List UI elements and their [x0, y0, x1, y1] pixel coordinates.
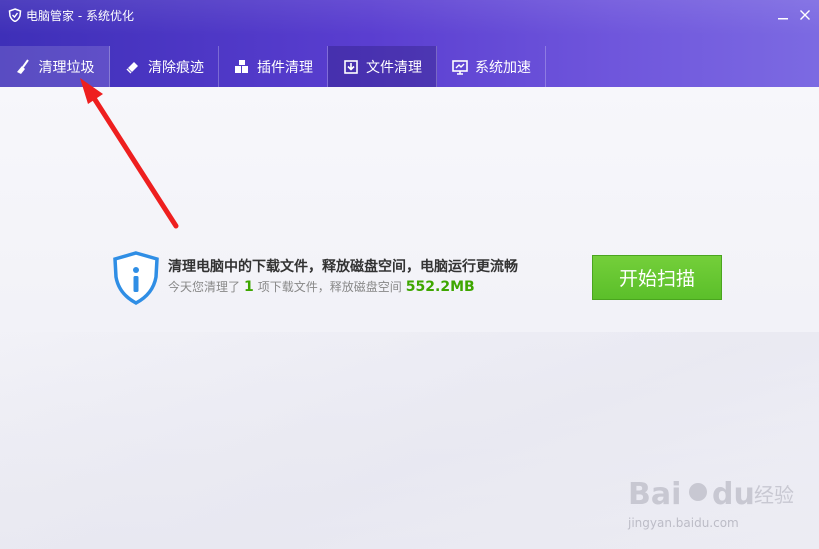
summary-middle: 项下载文件，释放磁盘空间	[257, 280, 402, 294]
monitor-icon	[452, 59, 468, 75]
tab-label: 系统加速	[475, 59, 531, 76]
tab-plugin-clean[interactable]: 插件清理	[219, 46, 328, 87]
window-title-text: 电脑管家 - 系统优化	[26, 8, 134, 23]
close-icon	[800, 10, 810, 20]
summary-line: 今天您清理了 1 项下载文件，释放磁盘空间 552.2MB	[168, 278, 479, 295]
summary-prefix: 今天您清理了	[168, 280, 241, 294]
freed-size: 552.2MB	[405, 279, 475, 295]
tab-clear-traces[interactable]: 清除痕迹	[110, 46, 219, 87]
cleaned-count: 1	[244, 279, 254, 295]
info-shield-icon	[113, 251, 159, 305]
shield-logo-icon	[8, 8, 22, 22]
plugin-icon	[235, 59, 248, 73]
svg-text:du: du	[712, 477, 755, 512]
app-window: 电脑管家 - 系统优化 清理垃圾 清除痕迹 插件清理 文件清理 系统加速 清理电…	[0, 0, 819, 549]
file-download-icon	[344, 59, 358, 74]
eraser-icon	[126, 61, 138, 74]
watermark-url: jingyan.baidu.com	[628, 516, 739, 530]
tab-bar: 清理垃圾 清除痕迹 插件清理 文件清理 系统加速	[0, 46, 546, 87]
headline: 清理电脑中的下载文件，释放磁盘空间，电脑运行更流畅	[168, 259, 518, 275]
start-scan-button[interactable]: 开始扫描	[592, 255, 722, 300]
close-button[interactable]	[796, 6, 814, 24]
tab-label: 插件清理	[257, 59, 313, 76]
tab-clean-junk[interactable]: 清理垃圾	[0, 46, 110, 87]
window-title: 电脑管家 - 系统优化	[8, 6, 134, 24]
tab-label: 清除痕迹	[148, 59, 204, 76]
svg-text:Bai: Bai	[628, 477, 681, 512]
tab-label: 清理垃圾	[38, 59, 95, 76]
tab-file-clean[interactable]: 文件清理	[328, 46, 437, 87]
title-bar: 电脑管家 - 系统优化 清理垃圾 清除痕迹 插件清理 文件清理 系统加速	[0, 0, 819, 87]
tab-system-boost[interactable]: 系统加速	[437, 46, 546, 87]
svg-text:经验: 经验	[754, 483, 794, 507]
broom-icon	[16, 58, 29, 74]
tab-label: 文件清理	[366, 59, 422, 76]
minimize-button[interactable]	[774, 6, 792, 24]
minimize-icon	[778, 18, 788, 20]
